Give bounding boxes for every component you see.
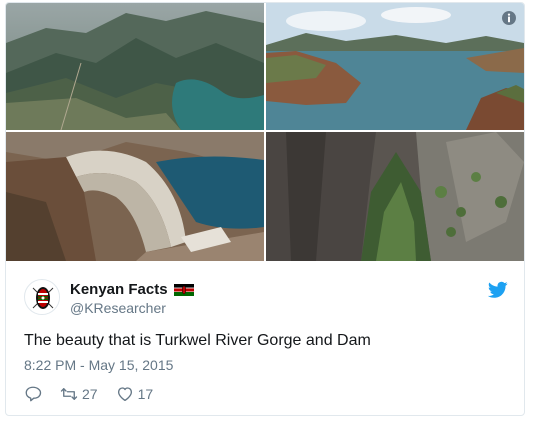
reply-button[interactable] [24,385,42,403]
like-count: 17 [137,386,154,402]
tweet-header: Kenyan Facts @KResearcher [24,279,514,317]
author-display-name[interactable]: Kenyan Facts [70,281,168,298]
twitter-bird-icon[interactable] [487,281,508,299]
tweet-media-grid[interactable] [6,3,524,261]
reply-icon [25,386,42,402]
tweet-timestamp[interactable]: 8:22 PM - May 15, 2015 [24,357,173,373]
media-image-gorge[interactable] [266,132,524,261]
retweet-count: 27 [82,386,98,402]
tweet-card[interactable]: Kenyan Facts @KResearcher The beauty tha… [5,2,525,416]
media-image-valley[interactable] [6,3,264,130]
author-names: Kenyan Facts @KResearcher [70,279,194,317]
kenya-flag-icon [173,283,194,296]
kenya-emblem-icon [26,281,59,314]
like-button[interactable]: 17 [116,385,154,403]
media-image-dam[interactable] [6,132,264,261]
author-handle[interactable]: @KResearcher [70,299,194,317]
tweet-text: The beauty that is Turkwel River Gorge a… [24,332,371,349]
media-image-reservoir[interactable] [266,3,524,130]
info-icon[interactable] [502,11,516,25]
retweet-icon [60,388,78,400]
avatar[interactable] [24,279,60,315]
retweet-button[interactable]: 27 [60,385,98,403]
heart-icon [117,387,132,402]
tweet-actions: 27 17 [24,384,171,404]
